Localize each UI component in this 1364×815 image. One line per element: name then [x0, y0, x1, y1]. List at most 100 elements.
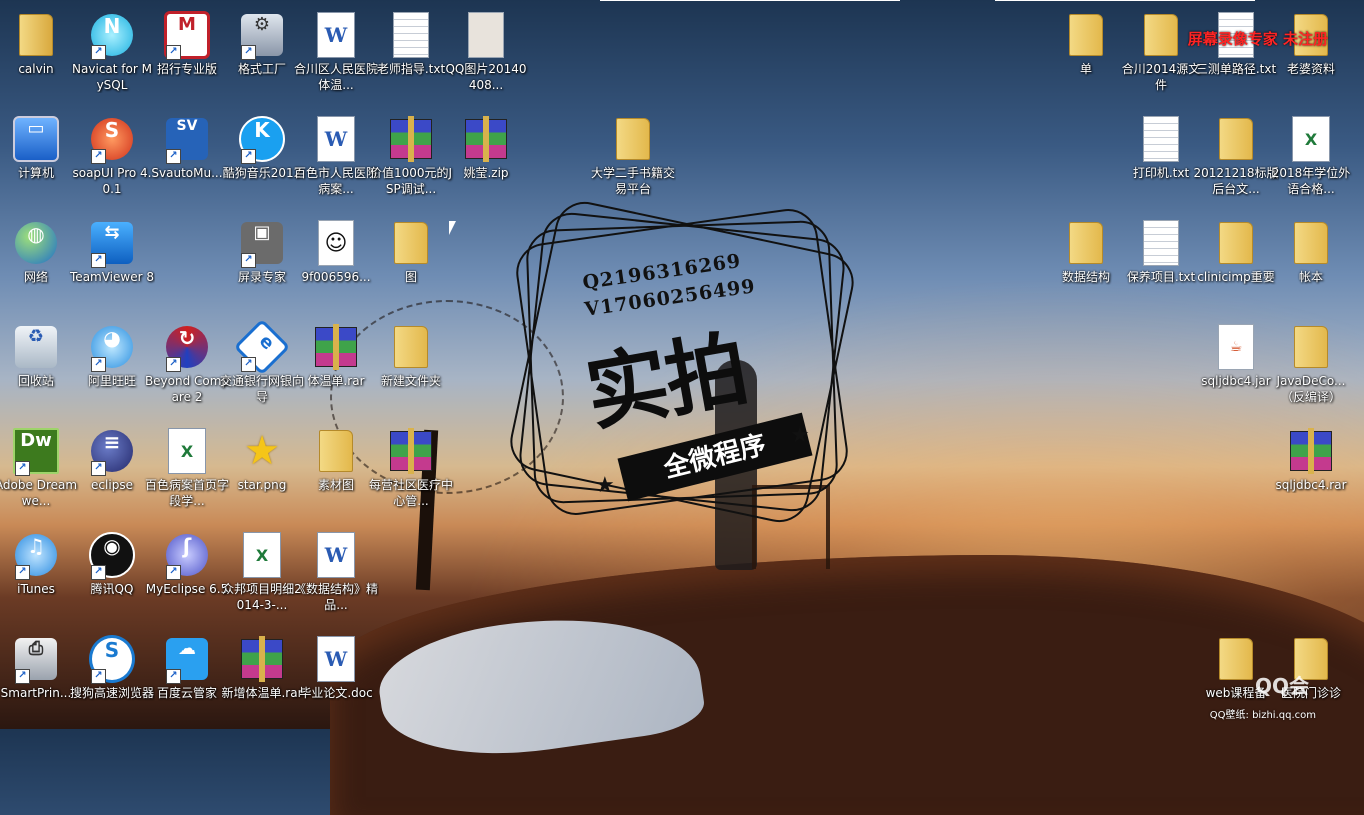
shortcut-arrow-icon: ↗ — [91, 253, 106, 268]
folder-icon — [388, 220, 434, 266]
desktop-icon-myeclipse[interactable]: ʃ ↗ MyEclipse 6.5 — [144, 526, 230, 597]
desktop-icon-cmb[interactable]: M ↗ 招行专业版 — [144, 6, 230, 77]
desktop-icon-community-rar[interactable]: 每营社区医疗中心管... — [368, 422, 454, 509]
avatar-image-icon: ☺ — [313, 220, 359, 266]
desktop-icon-thesis-doc[interactable]: W 毕业论文.doc — [293, 630, 379, 701]
desktop-icon-label: QQ图片20140408... — [445, 62, 527, 92]
shortcut-arrow-icon: ↗ — [166, 45, 181, 60]
star-icon: ★ — [595, 473, 615, 498]
word-doc-icon: W — [313, 532, 359, 578]
desktop-icon-label: 计算机 — [17, 166, 54, 180]
navicat-icon: N ↗ — [89, 12, 135, 60]
shortcut-arrow-icon: ↗ — [91, 669, 106, 684]
desktop-icon-label: 毕业论文.doc — [299, 686, 373, 700]
shortcut-arrow-icon: ↗ — [166, 357, 181, 372]
desktop-icon-sqljdbc-jar[interactable]: ☕ sqljdbc4.jar — [1193, 318, 1279, 389]
shortcut-arrow-icon: ↗ — [91, 149, 106, 164]
desktop-icon-baise-xls[interactable]: X 百色病案首页字段学... — [144, 422, 230, 509]
desktop-icon-recycle[interactable]: ♻ 回收站 — [0, 318, 79, 389]
desktop-icon-calvin[interactable]: calvin — [0, 6, 79, 77]
shortcut-arrow-icon: ↗ — [15, 565, 30, 580]
desktop-icon-eclipse[interactable]: ≡ ↗ eclipse — [69, 422, 155, 493]
shortcut-arrow-icon: ↗ — [91, 461, 106, 476]
folder-icon — [1213, 636, 1259, 682]
desktop-icon-label: SmartPrin... — [0, 686, 72, 700]
shortcut-arrow-icon: ↗ — [15, 669, 30, 684]
shortcut-arrow-icon: ↗ — [15, 461, 30, 476]
desktop-icon-sogou[interactable]: S ↗ 搜狗高速浏览器 — [69, 630, 155, 701]
shortcut-arrow-icon: ↗ — [91, 357, 106, 372]
desktop-icon-sqljdbc-rar[interactable]: sqljdbc4.rar — [1268, 422, 1354, 493]
desktop-icon-label: 大学二手书籍交易平台 — [590, 166, 675, 196]
format-factory-icon: ⚙ ↗ — [239, 12, 285, 60]
desktop-icon-svauto[interactable]: SV ↗ SvautoMu... — [144, 110, 230, 181]
desktop-icon-label: 网络 — [23, 270, 48, 284]
desktop-icon-9f006[interactable]: ☺ 9f006596... — [293, 214, 379, 285]
java-jar-icon: ☕ — [1213, 324, 1259, 370]
desktop-icon-label: 价值1000元的JSP调试... — [369, 166, 453, 196]
desktop-icon-label: 数据结构 — [1061, 270, 1110, 284]
desktop-icon-20121218[interactable]: 20121218标版后台文... — [1193, 110, 1279, 197]
desktop-icon-dan[interactable]: 单 — [1043, 6, 1129, 77]
desktop-icon-baise-doc[interactable]: W 百色市人民医院病案... — [293, 110, 379, 197]
desktop-icon-computer[interactable]: ▭ 计算机 — [0, 110, 79, 181]
desktop-icon-label: TeamViewer 8 — [70, 270, 154, 284]
desktop-icon-label: 2018年学位外语合格... — [1271, 166, 1351, 196]
desktop-icon-datastruct-folder[interactable]: 数据结构 — [1043, 214, 1129, 285]
desktop-icon-label: sqljdbc4.jar — [1201, 374, 1271, 388]
desktop-icon-datastruct-doc[interactable]: W 《数据结构》精品... — [293, 526, 379, 613]
desktop-icon-label: 回收站 — [17, 374, 54, 388]
desktop-icon-label: 合川区人民医院体温... — [293, 62, 378, 92]
desktop-icon-label: soapUI Pro 4.0.1 — [72, 166, 152, 196]
desktop-icon-label: 三测单路径.txt — [1195, 62, 1277, 76]
desktop-icon-label: 素材图 — [317, 478, 354, 492]
desktop-icon-yaoying-zip[interactable]: 姚莹.zip — [443, 110, 529, 181]
desktop-icon-aliwangwang[interactable]: ◕ ↗ 阿里旺旺 — [69, 318, 155, 389]
desktop-icon-itunes[interactable]: ♫ ↗ iTunes — [0, 526, 79, 597]
desktop-icon-secondhand[interactable]: 大学二手书籍交易平台 — [590, 110, 676, 197]
desktop-icon-label: JavaDeCo...（反编译） — [1276, 374, 1346, 404]
desktop-icon-label: Navicat for MySQL — [72, 62, 152, 92]
desktop-icon-printer-txt[interactable]: 打印机.txt — [1118, 110, 1204, 181]
desktop-icon-soapui[interactable]: S ↗ soapUI Pro 4.0.1 — [69, 110, 155, 197]
shortcut-arrow-icon: ↗ — [241, 357, 256, 372]
desktop-icon-tiwen-rar[interactable]: 体温单.rar — [293, 318, 379, 389]
eclipse-icon: ≡ ↗ — [89, 428, 135, 476]
desktop-icon-javadeco[interactable]: JavaDeCo...（反编译） — [1268, 318, 1354, 405]
word-doc-icon: W — [313, 636, 359, 682]
desktop-icon-new-folder[interactable]: 新建文件夹 — [368, 318, 454, 389]
desktop-icon-navicat[interactable]: N ↗ Navicat for MySQL — [69, 6, 155, 93]
recycle-bin-icon: ♻ — [13, 324, 59, 370]
rar-archive-icon — [239, 636, 285, 682]
baidu-cloud-icon: ☁ ↗ — [164, 636, 210, 684]
desktop-icon-teacher-txt[interactable]: 老师指导.txt — [368, 6, 454, 77]
desktop-icon-hechuan-doc[interactable]: W 合川区人民医院体温... — [293, 6, 379, 93]
desktop-icon-hechuan2014[interactable]: 合川2014源文件 — [1118, 6, 1204, 93]
desktop-icon-sucai[interactable]: 素材图 — [293, 422, 379, 493]
desktop-icon-teamviewer[interactable]: ⇆ ↗ TeamViewer 8 — [69, 214, 155, 285]
desktop-icon-qq-image[interactable]: QQ图片20140408... — [443, 6, 529, 93]
shortcut-arrow-icon: ↗ — [91, 565, 106, 580]
desktop-icon-baiduyun[interactable]: ☁ ↗ 百度云管家 — [144, 630, 230, 701]
folder-icon — [1138, 12, 1184, 58]
folder-icon — [1288, 220, 1334, 266]
desktop-icon-clinicimp[interactable]: clinicimp重要 — [1193, 214, 1279, 285]
desktop-icon-tu[interactable]: 图 — [368, 214, 454, 285]
desktop-icon-jsp-rar[interactable]: 价值1000元的JSP调试... — [368, 110, 454, 197]
desktop-icon-label: 保养项目.txt — [1126, 270, 1196, 284]
star-icon: ★ — [790, 423, 810, 448]
desktop-icon-smartprinter[interactable]: ⎙ ↗ SmartPrin... — [0, 630, 79, 701]
desktop-icon-zhangben[interactable]: 帐本 — [1268, 214, 1354, 285]
desktop-icon-dreamweaver[interactable]: Dw ↗ Adobe Dreamwe... — [0, 422, 79, 509]
desktop-icon-baoyang-txt[interactable]: 保养项目.txt — [1118, 214, 1204, 285]
svauto-icon: SV ↗ — [164, 116, 210, 164]
desktop-icon-network[interactable]: ◍ 网络 — [0, 214, 79, 285]
rar-archive-icon — [388, 428, 434, 474]
desktop-icon-2018-xls[interactable]: X 2018年学位外语合格... — [1268, 110, 1354, 197]
desktop-icon-label: 单 — [1079, 62, 1092, 76]
computer-icon: ▭ — [13, 116, 59, 162]
desktop-icon-qq[interactable]: ◉ ↗ 腾讯QQ — [69, 526, 155, 597]
excel-doc-icon: X — [239, 532, 285, 578]
desktop-icon-beyond[interactable]: ↻ ↗ Beyond Compare 2 — [144, 318, 230, 405]
desktop-icon-label: 体温单.rar — [307, 374, 365, 388]
